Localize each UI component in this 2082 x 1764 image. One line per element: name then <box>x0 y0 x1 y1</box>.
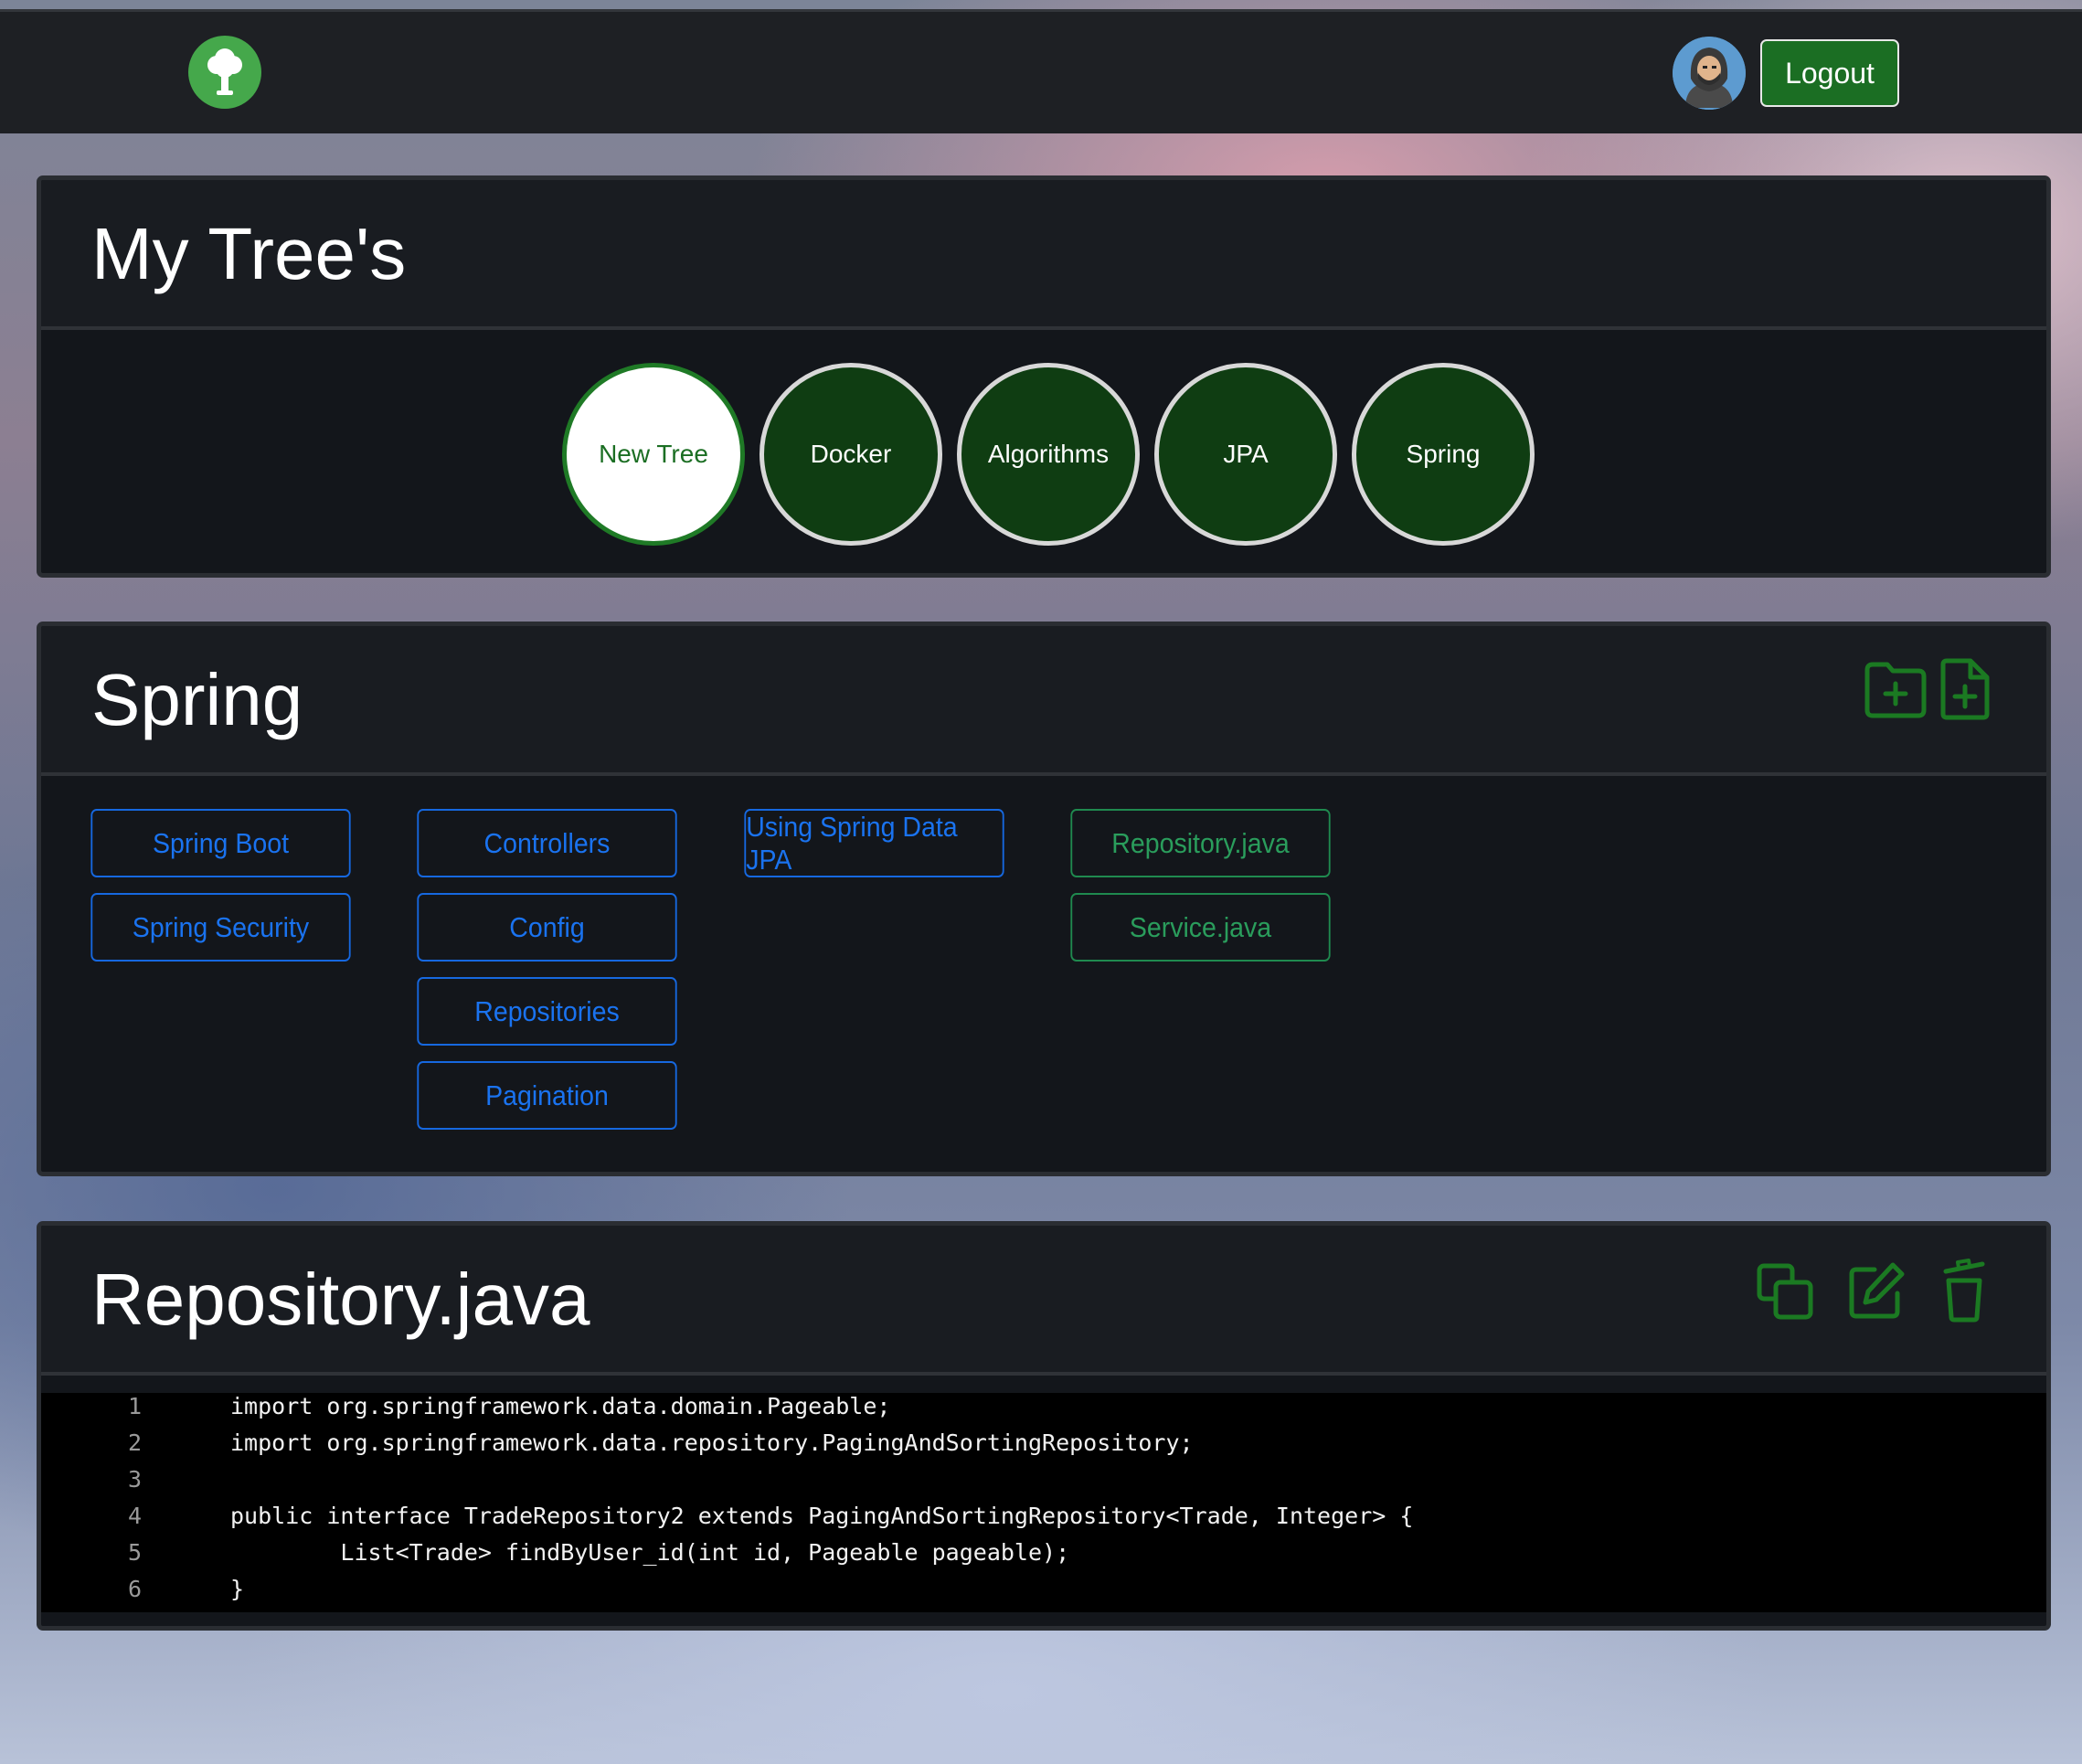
folder-spring-boot[interactable]: Spring Boot <box>90 809 351 877</box>
line-number: 5 <box>128 1539 143 1566</box>
folder-controllers[interactable]: Controllers <box>417 809 677 877</box>
tree-docker[interactable]: Docker <box>760 363 942 546</box>
file-card-header: Repository.java <box>41 1226 2046 1376</box>
tree-logo-icon[interactable] <box>188 36 261 109</box>
line-number: 6 <box>128 1576 143 1602</box>
line-number: 1 <box>128 1393 143 1419</box>
code-line: 5 List<Trade> findByUser_id(int id, Page… <box>41 1539 2046 1576</box>
code-text: import org.springframework.data.domain.P… <box>230 1393 891 1419</box>
logout-button[interactable]: Logout <box>1760 39 1899 107</box>
line-number: 4 <box>128 1503 143 1529</box>
trees-card-header: My Tree's <box>41 180 2046 330</box>
copy-icon[interactable] <box>1756 1262 1814 1321</box>
folder-repositories[interactable]: Repositories <box>417 977 677 1046</box>
file-service-java[interactable]: Service.java <box>1070 893 1331 962</box>
tree-jpa[interactable]: JPA <box>1154 363 1337 546</box>
new-folder-icon[interactable] <box>1864 659 1928 719</box>
folder-config[interactable]: Config <box>417 893 677 962</box>
folder-pagination[interactable]: Pagination <box>417 1061 677 1130</box>
file-card-title: Repository.java <box>91 1259 590 1340</box>
folder-card: Spring Spring Boot Spring Security Contr… <box>37 622 2051 1176</box>
trees-card-title: My Tree's <box>91 213 407 294</box>
code-text: List<Trade> findByUser_id(int id, Pageab… <box>230 1539 1070 1566</box>
folder-card-title: Spring <box>91 659 303 740</box>
delete-icon[interactable] <box>1940 1259 1988 1323</box>
code-text: } <box>230 1576 245 1602</box>
line-number: 2 <box>128 1429 143 1456</box>
code-line: 1 import org.springframework.data.domain… <box>41 1393 2046 1429</box>
tree-algorithms[interactable]: Algorithms <box>957 363 1140 546</box>
tree-spring[interactable]: Spring <box>1352 363 1535 546</box>
file-repository-java[interactable]: Repository.java <box>1070 809 1331 877</box>
trees-card: My Tree's New Tree Docker Algorithms JPA… <box>37 175 2051 578</box>
code-text: public interface TradeRepository2 extend… <box>230 1503 1414 1529</box>
code-line: 6 } <box>41 1576 2046 1612</box>
code-line: 3 <box>41 1466 2046 1503</box>
code-text: import org.springframework.data.reposito… <box>230 1429 1194 1456</box>
code-line: 2 import org.springframework.data.reposi… <box>41 1429 2046 1466</box>
tree-list: New Tree Docker Algorithms JPA Spring <box>41 363 2046 546</box>
folder-spring-security[interactable]: Spring Security <box>90 893 351 962</box>
code-line: 4 public interface TradeRepository2 exte… <box>41 1503 2046 1539</box>
edit-icon[interactable] <box>1847 1260 1906 1321</box>
file-card: Repository.java 1 import org.springframe… <box>37 1221 2051 1631</box>
new-tree-button[interactable]: New Tree <box>562 363 745 546</box>
new-file-icon[interactable] <box>1939 657 1991 721</box>
line-number: 3 <box>128 1466 143 1493</box>
top-navbar: Logout <box>0 9 2082 133</box>
folder-using-spring-data-jpa[interactable]: Using Spring Data JPA <box>744 809 1004 877</box>
user-avatar[interactable] <box>1673 37 1746 110</box>
code-viewer[interactable]: 1 import org.springframework.data.domain… <box>41 1393 2046 1612</box>
folder-card-header: Spring <box>41 626 2046 776</box>
